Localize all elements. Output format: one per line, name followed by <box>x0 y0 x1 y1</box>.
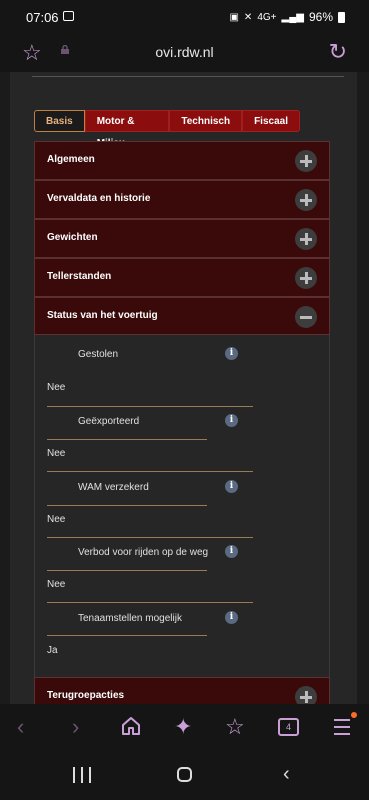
content-area: Basis Motor & Milieu Technisch Fiscaal A… <box>10 72 357 704</box>
notification-dot <box>351 712 357 718</box>
page-gutter-left <box>0 72 10 704</box>
reload-icon[interactable]: ↻ <box>329 39 347 65</box>
expand-plus-icon[interactable] <box>295 686 317 704</box>
section-status-voertuig[interactable]: Status van het voertuig <box>34 297 330 335</box>
system-home-icon[interactable] <box>177 767 192 782</box>
row-divider <box>47 602 253 603</box>
label-underline <box>47 439 207 440</box>
status-value-rijverbod: Nee <box>47 579 66 590</box>
section-tellerstanden[interactable]: Tellerstanden <box>34 258 330 297</box>
status-value-geexporteerd: Nee <box>47 448 66 459</box>
back-arrow-icon[interactable]: ‹ <box>17 714 24 740</box>
status-value-gestolen: Nee <box>47 382 66 393</box>
section-gewichten[interactable]: Gewichten <box>34 219 330 258</box>
row-divider <box>47 537 253 538</box>
recents-icon[interactable] <box>73 767 91 783</box>
battery-icon <box>338 11 345 23</box>
status-label-wam: WAM verzekerd <box>78 482 149 493</box>
info-icon[interactable]: i <box>225 545 238 558</box>
url-text[interactable]: ovi.rdw.nl <box>0 44 369 60</box>
mute-icon: ✕ <box>243 11 253 23</box>
web-page: Basis Motor & Milieu Technisch Fiscaal A… <box>0 72 369 704</box>
status-panel: Gestolen i Nee Geëxporteerd i Nee WAM ve… <box>34 335 330 677</box>
section-title: Gewichten <box>47 232 98 243</box>
tab-motor-milieu[interactable]: Motor & Milieu <box>84 110 170 149</box>
sync-icon: ▣ <box>229 11 239 23</box>
label-underline <box>47 635 207 636</box>
menu-icon[interactable] <box>334 719 350 740</box>
section-title: Tellerstanden <box>47 271 112 282</box>
status-label-gestolen: Gestolen <box>78 349 119 360</box>
status-bar: 07:06 ▣ ✕ 4G+ ▂▄▆ 96% <box>0 0 369 36</box>
sparkle-icon[interactable]: ✦ <box>174 714 192 740</box>
home-icon[interactable] <box>121 716 141 736</box>
network-label: 4G+ <box>257 11 277 23</box>
status-label-tenaamstellen: Tenaamstellen mogelijk <box>78 613 182 624</box>
section-terugroepacties[interactable]: Terugroepacties <box>34 677 330 704</box>
section-title: Terugroepacties <box>47 690 125 701</box>
info-icon[interactable]: i <box>225 414 238 427</box>
section-algemeen[interactable]: Algemeen <box>34 141 330 180</box>
signal-icon: ▂▄▆ <box>281 11 304 23</box>
section-vervaldata[interactable]: Vervaldata en historie <box>34 180 330 219</box>
section-title: Vervaldata en historie <box>47 193 151 204</box>
expand-plus-icon[interactable] <box>295 267 317 289</box>
row-divider <box>47 471 253 472</box>
label-underline <box>47 570 207 571</box>
tab-basis[interactable]: Basis <box>34 110 85 132</box>
status-label-rijverbod: Verbod voor rijden op de weg <box>78 547 209 558</box>
info-icon[interactable]: i <box>225 347 238 360</box>
status-icons: ▣ ✕ 4G+ ▂▄▆ 96% <box>229 10 345 24</box>
battery-percent: 96% <box>308 10 333 24</box>
forward-arrow-icon[interactable]: › <box>72 714 79 740</box>
gallery-icon <box>63 11 74 21</box>
collapse-minus-icon[interactable] <box>295 306 317 328</box>
info-icon[interactable]: i <box>225 611 238 624</box>
status-value-tenaamstellen: Ja <box>47 645 58 656</box>
top-divider <box>32 72 344 77</box>
row-divider <box>47 406 253 407</box>
system-nav-bar: ‹ <box>0 750 369 800</box>
tab-switcher-icon[interactable]: 4 <box>278 718 299 736</box>
tab-fiscaal[interactable]: Fiscaal <box>242 110 300 132</box>
page-gutter-right <box>357 72 369 704</box>
label-underline <box>47 505 207 506</box>
status-value-wam: Nee <box>47 514 66 525</box>
section-title: Status van het voertuig <box>47 310 158 321</box>
bookmarks-star-icon[interactable]: ☆ <box>225 714 245 740</box>
info-icon[interactable]: i <box>225 480 238 493</box>
expand-plus-icon[interactable] <box>295 228 317 250</box>
section-title: Algemeen <box>47 154 95 165</box>
clock: 07:06 <box>26 10 59 25</box>
browser-bottom-nav: ‹ › ✦ ☆ 4 <box>0 704 369 750</box>
url-bar: ☆ ovi.rdw.nl ↻ <box>0 36 369 72</box>
status-label-geexporteerd: Geëxporteerd <box>78 416 140 427</box>
expand-plus-icon[interactable] <box>295 189 317 211</box>
expand-plus-icon[interactable] <box>295 150 317 172</box>
tab-technisch[interactable]: Technisch <box>169 110 243 132</box>
tab-bar: Basis Motor & Milieu Technisch Fiscaal <box>34 110 300 149</box>
system-back-icon[interactable]: ‹ <box>283 763 290 786</box>
